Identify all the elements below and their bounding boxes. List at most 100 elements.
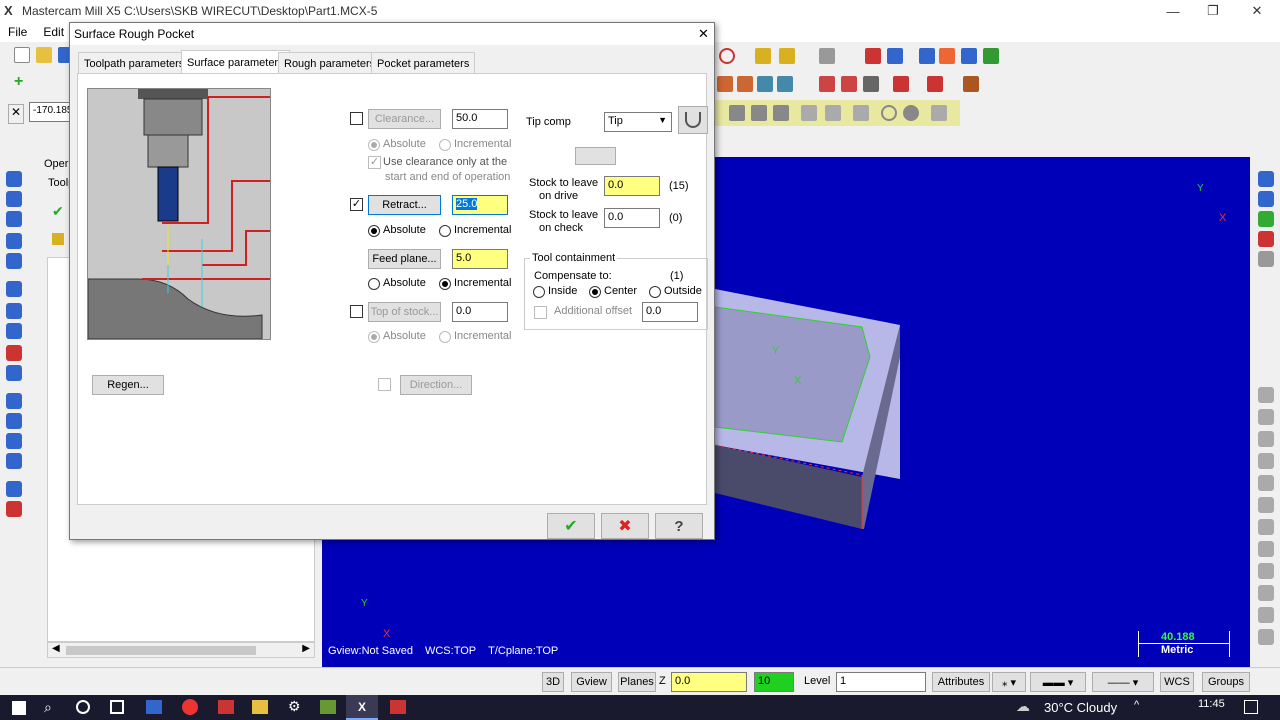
mastercam-taskbar-icon[interactable]: X: [346, 695, 378, 720]
line-style-button[interactable]: ▬▬ ▾: [1030, 672, 1086, 692]
feed-plane-button[interactable]: Feed plane...: [368, 249, 441, 269]
retract-value-field[interactable]: 25.0: [452, 195, 508, 215]
app-icon[interactable]: [146, 700, 162, 714]
cortana-icon[interactable]: [76, 700, 90, 714]
color-field[interactable]: 10: [754, 672, 794, 692]
tool-icon[interactable]: [6, 303, 22, 319]
tool-icon[interactable]: [1258, 607, 1274, 623]
add-icon[interactable]: +: [14, 74, 30, 91]
toolbar-icon[interactable]: [963, 76, 979, 92]
use-clearance-checkbox[interactable]: ✓: [368, 156, 381, 169]
tool-icon[interactable]: [6, 393, 22, 409]
tool-icon[interactable]: [1258, 431, 1274, 447]
top-of-stock-checkbox[interactable]: [350, 305, 363, 318]
new-file-icon[interactable]: [14, 47, 30, 63]
toolbar-icon[interactable]: [931, 105, 947, 121]
tool-icon[interactable]: [1258, 519, 1274, 535]
tool-icon[interactable]: [6, 501, 22, 517]
top-of-stock-value-field[interactable]: 0.0: [452, 302, 508, 322]
toolbar-icon[interactable]: [717, 76, 733, 92]
tool-icon[interactable]: [1258, 191, 1274, 207]
top-of-stock-button[interactable]: Top of stock...: [368, 302, 441, 322]
tip-comp-tool-button[interactable]: [678, 106, 708, 134]
menu-edit[interactable]: Edit: [35, 25, 72, 39]
tab-rough-parameters[interactable]: Rough parameters: [278, 52, 382, 74]
tool-icon[interactable]: [6, 433, 22, 449]
tool-icon[interactable]: [1258, 563, 1274, 579]
notification-icon[interactable]: [1244, 700, 1258, 714]
toolbar-icon[interactable]: [841, 76, 857, 92]
toolbar-icon[interactable]: [853, 105, 869, 121]
lock-icon[interactable]: [52, 233, 64, 245]
toolbar-icon[interactable]: [865, 48, 881, 64]
feed-plane-value-field[interactable]: 5.0: [452, 249, 508, 269]
tool-icon[interactable]: [1258, 629, 1274, 645]
select-all-check-icon[interactable]: ✔: [52, 203, 64, 220]
level-field[interactable]: 1: [836, 672, 926, 692]
tool-icon[interactable]: [6, 413, 22, 429]
tool-icon[interactable]: [6, 365, 22, 381]
retract-incremental-radio[interactable]: [439, 225, 451, 237]
toolbar-icon[interactable]: [939, 48, 955, 64]
dialog-close-button[interactable]: ✕: [698, 26, 709, 42]
windows-start-icon[interactable]: [12, 701, 26, 715]
toolbar-icon[interactable]: [819, 48, 835, 64]
app-icon[interactable]: [320, 700, 336, 714]
clearance-absolute-radio[interactable]: [368, 139, 380, 151]
point-style-button[interactable]: ⁎ ▾: [992, 672, 1026, 692]
tool-icon[interactable]: [6, 481, 22, 497]
retract-button[interactable]: Retract...: [368, 195, 441, 215]
tab-toolpath-parameters[interactable]: Toolpath parameters: [78, 52, 191, 74]
toolbar-icon[interactable]: [729, 105, 745, 121]
tool-icon[interactable]: [6, 453, 22, 469]
tool-icon[interactable]: [6, 233, 22, 249]
toolbar-icon[interactable]: [863, 76, 879, 92]
inside-radio[interactable]: [533, 286, 545, 298]
center-radio[interactable]: [589, 286, 601, 298]
top-stock-incremental-radio[interactable]: [439, 331, 451, 343]
tool-icon[interactable]: [6, 345, 22, 361]
line-width-button[interactable]: —— ▾: [1092, 672, 1154, 692]
clock-time[interactable]: 11:45: [1198, 698, 1225, 710]
toolbar-icon[interactable]: [903, 105, 919, 121]
toolbar-icon[interactable]: [819, 76, 835, 92]
horizontal-scrollbar[interactable]: ◀ ▶: [47, 642, 315, 658]
tool-icon[interactable]: [1258, 585, 1274, 601]
app-icon[interactable]: [218, 700, 234, 714]
search-icon[interactable]: ⌕: [44, 699, 52, 716]
chrome-icon[interactable]: [182, 699, 198, 715]
tool-icon[interactable]: [1258, 453, 1274, 469]
top-stock-absolute-radio[interactable]: [368, 331, 380, 343]
cancel-button[interactable]: ✖: [601, 513, 649, 539]
feed-incremental-radio[interactable]: [439, 278, 451, 290]
direction-checkbox[interactable]: [378, 378, 391, 391]
wcs-button[interactable]: WCS: [1160, 672, 1194, 692]
tool-icon[interactable]: [6, 191, 22, 207]
3d-button[interactable]: 3D: [542, 672, 564, 692]
task-view-icon[interactable]: [110, 700, 124, 714]
toolbar-icon[interactable]: [825, 105, 841, 121]
tab-surface-parameters[interactable]: Surface parameters: [181, 50, 290, 74]
planes-button[interactable]: Planes: [618, 672, 656, 692]
tool-icon[interactable]: [6, 281, 22, 297]
toolbar-icon[interactable]: [751, 105, 767, 121]
tool-icon[interactable]: [1258, 387, 1274, 403]
coordinate-field[interactable]: -170.185: [29, 102, 72, 122]
additional-offset-checkbox[interactable]: [534, 306, 547, 319]
clearance-checkbox[interactable]: [350, 112, 363, 125]
clearance-button[interactable]: Clearance...: [368, 109, 441, 129]
additional-offset-field[interactable]: 0.0: [642, 302, 698, 322]
retract-checkbox[interactable]: ✓: [350, 198, 363, 211]
z-depth-field[interactable]: 0.0: [671, 672, 747, 692]
toolbar-icon[interactable]: [893, 76, 909, 92]
gview-button[interactable]: Gview: [571, 672, 612, 692]
feed-absolute-radio[interactable]: [368, 278, 380, 290]
tool-icon[interactable]: [1258, 541, 1274, 557]
stock-drive-field[interactable]: 0.0: [604, 176, 660, 196]
toolbar-icon[interactable]: [777, 76, 793, 92]
toolbar-icon[interactable]: [779, 48, 795, 64]
toolbar-icon[interactable]: [983, 48, 999, 64]
tool-icon[interactable]: [1258, 409, 1274, 425]
tip-comp-select[interactable]: Tip ▼: [604, 112, 672, 132]
toolbar-icon[interactable]: [757, 76, 773, 92]
